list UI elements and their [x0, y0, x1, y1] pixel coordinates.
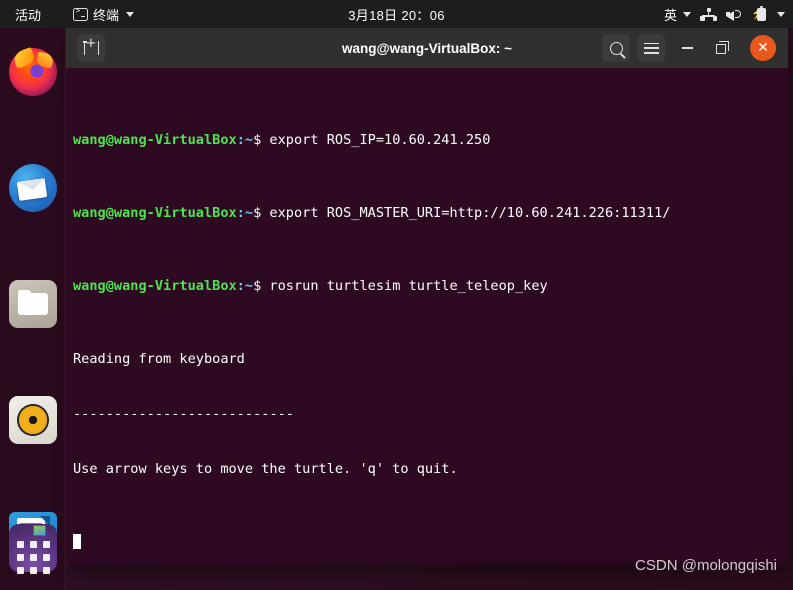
chevron-down-icon[interactable]	[777, 11, 785, 17]
titlebar-controls: ✕	[602, 34, 788, 62]
terminal-command: rosrun turtlesim turtle_teleop_key	[261, 278, 548, 295]
terminal-output[interactable]: wang@wang-VirtualBox:~$ export ROS_IP=10…	[66, 68, 788, 563]
maximize-button[interactable]	[709, 35, 735, 61]
menu-button[interactable]	[637, 34, 665, 62]
terminal-line: Use arrow keys to move the turtle. 'q' t…	[73, 461, 458, 478]
activities-button[interactable]: 活动	[8, 0, 48, 28]
hamburger-icon	[643, 42, 659, 54]
new-tab-button[interactable]	[77, 34, 105, 62]
terminal-command: export ROS_MASTER_URI=http://10.60.241.2…	[261, 205, 671, 222]
shell-prompt-path: :~	[236, 131, 254, 148]
shell-prompt-path: :~	[236, 278, 254, 295]
system-status-area[interactable]: 英 ⚡	[664, 0, 785, 28]
dock-item-firefox[interactable]	[9, 48, 57, 96]
dock-item-rhythmbox[interactable]	[9, 396, 57, 444]
volume-icon[interactable]	[726, 7, 742, 21]
app-menu-button[interactable]: 终端	[66, 0, 141, 28]
close-icon: ✕	[757, 40, 769, 56]
terminal-icon	[73, 6, 89, 21]
minimize-icon	[681, 47, 693, 49]
network-icon[interactable]	[700, 7, 717, 21]
close-button[interactable]: ✕	[750, 35, 776, 61]
text-cursor	[73, 534, 81, 550]
dock-item-thunderbird[interactable]	[9, 164, 57, 212]
watermark: CSDN @molongqishi	[635, 557, 777, 574]
terminal-line: Reading from keyboard	[73, 351, 245, 368]
shell-prompt-user: wang@wang-VirtualBox	[73, 278, 237, 295]
chevron-down-icon	[126, 11, 135, 17]
shell-prompt-user: wang@wang-VirtualBox	[73, 131, 237, 148]
activities-label: 活动	[15, 7, 42, 23]
chevron-down-icon	[683, 11, 691, 17]
search-icon	[609, 41, 623, 55]
input-method-label: 英	[663, 7, 677, 23]
minimize-button[interactable]	[674, 35, 700, 61]
terminal-cursor-line	[73, 533, 788, 551]
terminal-line: wang@wang-VirtualBox:~$ export ROS_IP=10…	[73, 131, 788, 149]
maximize-icon	[716, 41, 729, 54]
terminal-line: wang@wang-VirtualBox:~$ rosrun turtlesim…	[73, 277, 788, 295]
show-applications-button[interactable]	[14, 538, 52, 576]
battery-icon[interactable]: ⚡	[751, 5, 766, 22]
shell-prompt-user: wang@wang-VirtualBox	[73, 205, 237, 222]
terminal-line: wang@wang-VirtualBox:~$ export ROS_MASTE…	[73, 204, 788, 222]
terminal-line: ---------------------------	[73, 406, 294, 423]
dock-item-files[interactable]	[9, 280, 57, 328]
dock	[0, 28, 66, 590]
input-method-indicator[interactable]: 英	[664, 5, 691, 24]
terminal-titlebar[interactable]: wang@wang-VirtualBox: ~ ✕	[66, 28, 788, 68]
terminal-window: wang@wang-VirtualBox: ~ ✕ wang@wang-Virt…	[66, 28, 788, 563]
shell-prompt-path: :~	[236, 205, 254, 222]
terminal-command: export ROS_IP=10.60.241.250	[261, 131, 491, 148]
new-tab-icon	[82, 36, 99, 55]
search-button[interactable]	[602, 34, 630, 62]
top-bar: 活动 终端 3月18日 20：06 英 ⚡	[0, 0, 793, 28]
app-menu-label: 终端	[93, 7, 120, 23]
